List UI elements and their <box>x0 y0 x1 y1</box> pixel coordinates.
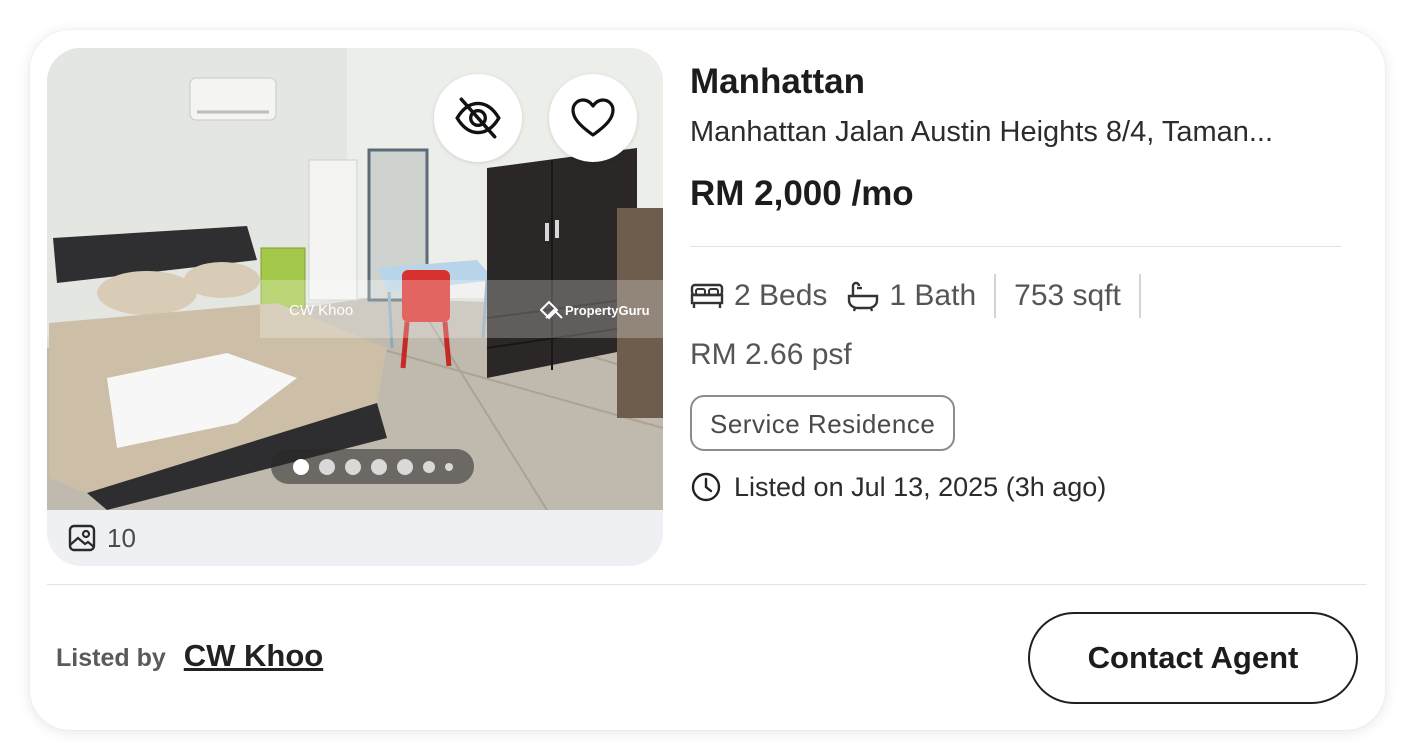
carousel-dot[interactable] <box>292 458 309 475</box>
clock-icon <box>691 472 721 502</box>
spec-separator <box>994 274 997 318</box>
listing-card[interactable]: CW Khoo PropertyGuru 10 Manhattan Manhat… <box>30 30 1385 730</box>
carousel-dot[interactable] <box>318 458 335 475</box>
listed-date-text: Listed on Jul 13, 2025 (3h ago) <box>734 472 1107 502</box>
bathtub-icon <box>848 281 879 312</box>
eye-off-icon <box>455 97 501 139</box>
beds-value: 2 Beds <box>734 279 828 312</box>
spec-separator <box>1138 274 1141 318</box>
listing-price: RM 2,000 /mo <box>690 174 914 213</box>
price-per-sqft: RM 2.66 psf <box>690 338 852 371</box>
listing-details: Manhattan Manhattan Jalan Austin Heights… <box>690 60 1350 505</box>
carousel-dot[interactable] <box>370 458 387 475</box>
baths-value: 1 Bath <box>889 279 977 312</box>
photo-count-value: 10 <box>107 522 136 553</box>
photo-count: 10 <box>67 521 136 555</box>
image-icon <box>68 524 96 552</box>
contact-agent-button[interactable]: Contact Agent <box>1028 612 1358 704</box>
carousel-dot[interactable] <box>344 458 361 475</box>
heart-icon <box>571 98 615 137</box>
listed-by-label: Listed by <box>56 644 166 672</box>
listing-address: Manhattan Jalan Austin Heights 8/4, Tama… <box>690 116 1274 148</box>
carousel-dot[interactable] <box>396 458 413 475</box>
beds-spec: 2 Beds <box>690 279 827 313</box>
hide-listing-button[interactable] <box>434 74 522 162</box>
listed-by: Listed by CW Khoo <box>56 638 323 674</box>
footer-divider <box>47 584 1367 585</box>
details-divider <box>690 246 1341 247</box>
carousel-dot[interactable] <box>444 462 453 471</box>
bed-icon <box>690 283 724 308</box>
listing-specs: 2 Beds 1 Bath 753 sqft <box>690 273 1350 319</box>
listing-title[interactable]: Manhattan <box>690 60 1350 104</box>
listed-date: Listed on Jul 13, 2025 (3h ago) <box>690 469 1350 505</box>
carousel-dot[interactable] <box>422 460 435 473</box>
area-value: 753 sqft <box>1014 279 1121 312</box>
property-type-badge: Service Residence <box>690 395 956 451</box>
watermark-agent-text: CW Khoo <box>289 302 353 319</box>
baths-spec: 1 Bath <box>847 279 976 313</box>
agent-name-link[interactable]: CW Khoo <box>184 638 323 674</box>
watermark-brand-text: PropertyGuru <box>565 303 650 318</box>
favorite-button[interactable] <box>549 74 637 162</box>
photo-gallery[interactable]: CW Khoo PropertyGuru 10 <box>47 48 663 566</box>
carousel-indicator[interactable] <box>271 449 474 484</box>
